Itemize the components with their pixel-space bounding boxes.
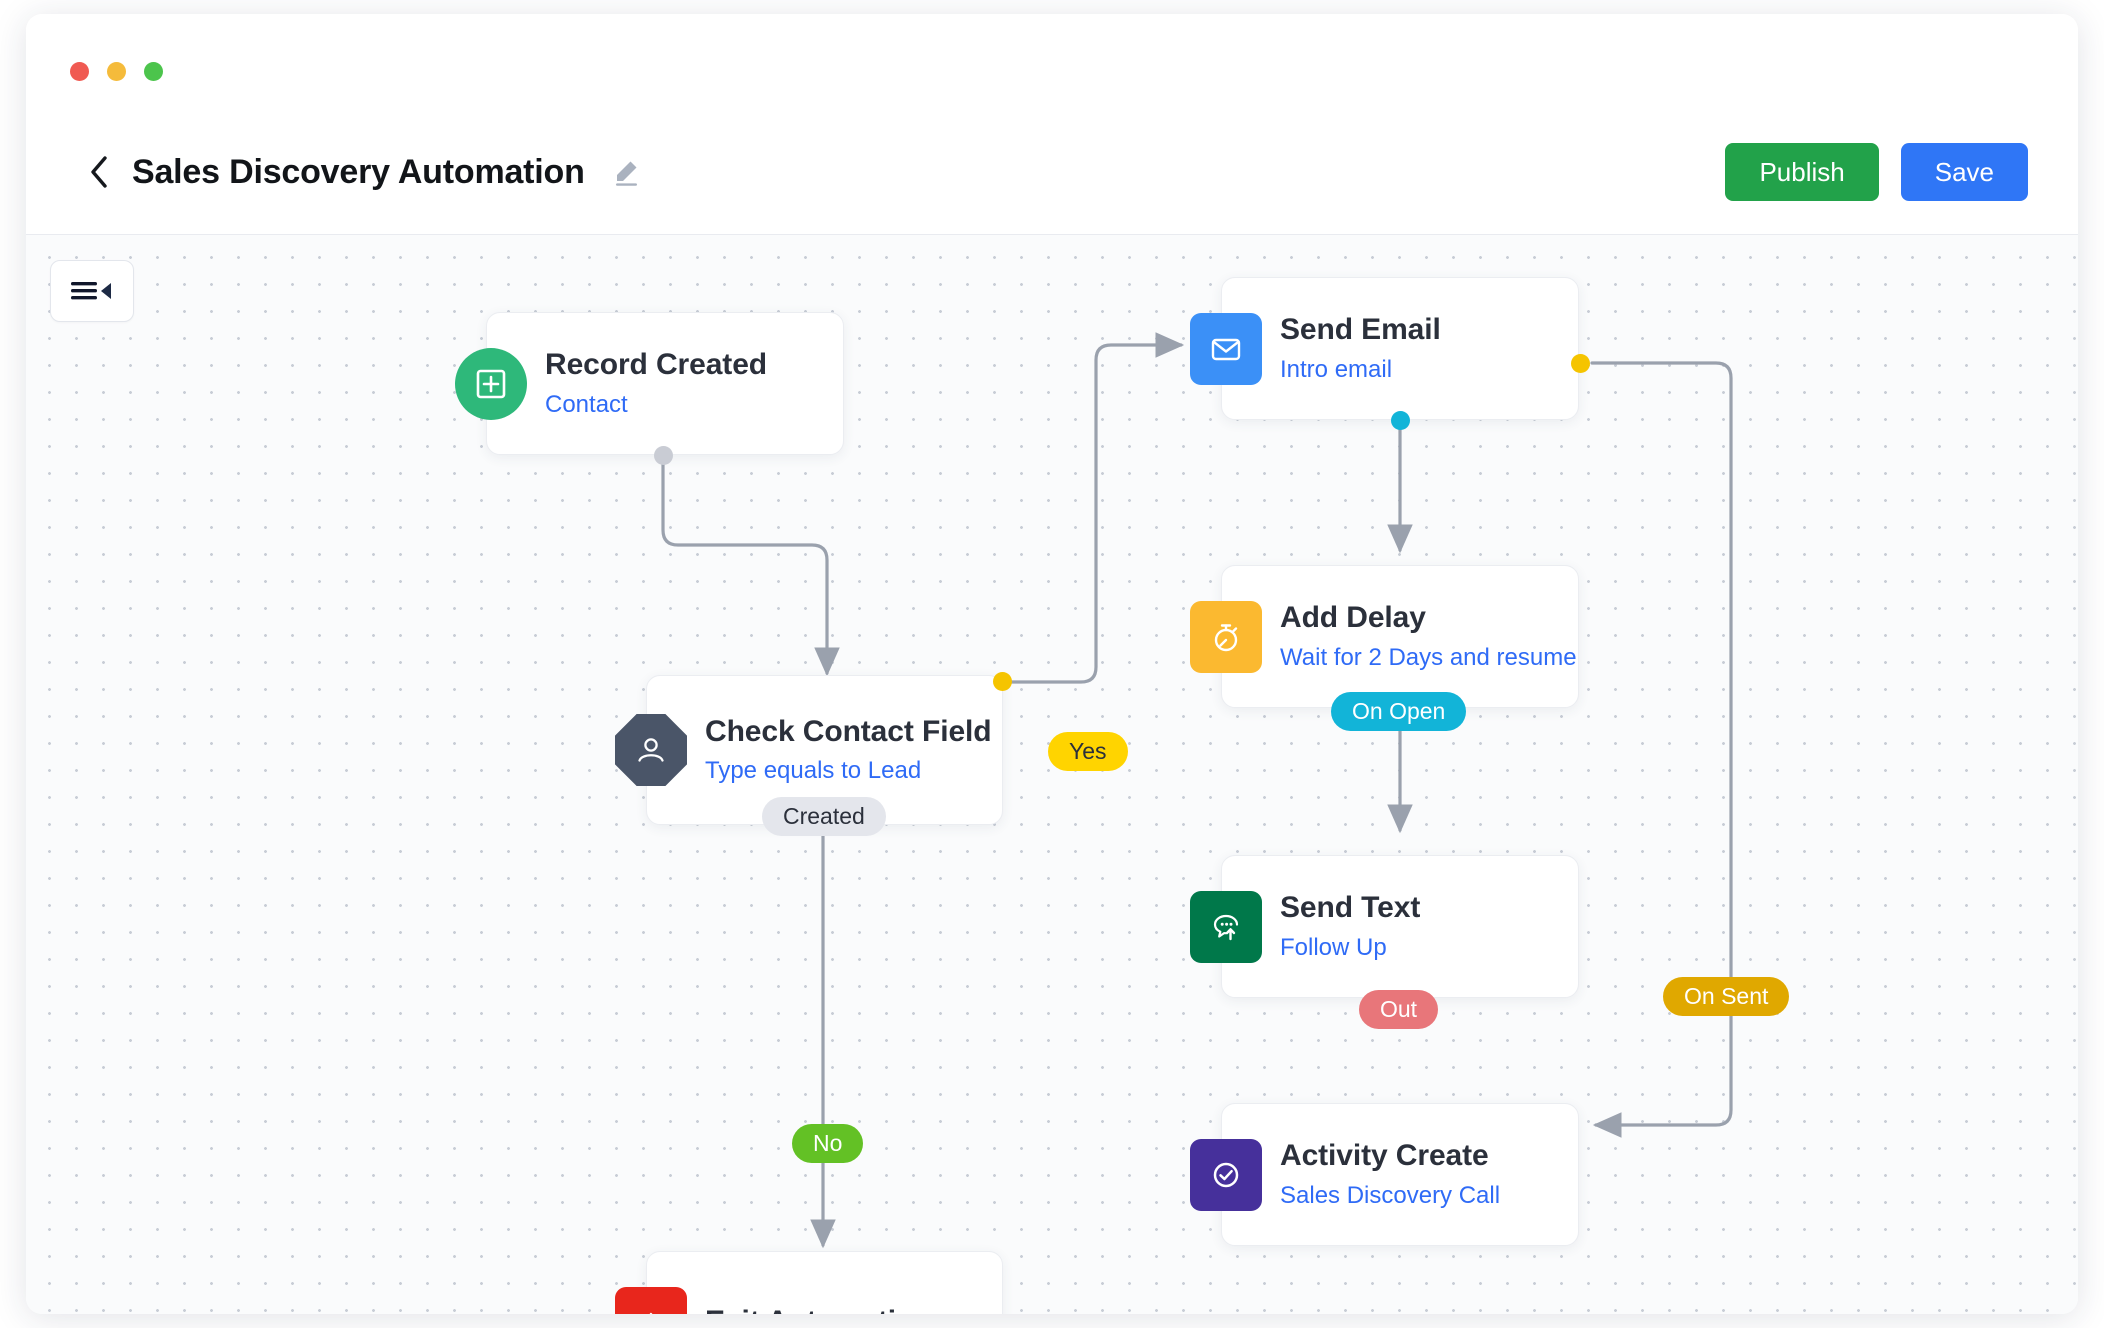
- eject-exit-icon: [615, 1286, 687, 1314]
- contact-person-icon: [615, 714, 687, 786]
- chat-send-icon: [1190, 890, 1262, 963]
- node-check-contact-field-text: Check Contact Field Type equals to Lead: [705, 714, 992, 785]
- header-actions: Publish Save: [1725, 143, 2028, 201]
- node-record-created-text: Record Created Contact: [545, 348, 767, 418]
- node-add-delay-text: Add Delay Wait for 2 Days and resume: [1280, 601, 1577, 671]
- node-add-delay[interactable]: Add Delay Wait for 2 Days and resume: [1190, 565, 1579, 708]
- traffic-lights: [70, 62, 163, 81]
- chevron-left-icon[interactable]: [88, 155, 110, 189]
- node-subtitle: Contact: [545, 390, 628, 418]
- check-circle-icon: [1190, 1138, 1262, 1211]
- close-window-button[interactable]: [70, 62, 89, 81]
- edge-label-no[interactable]: No: [792, 1124, 864, 1163]
- pencil-edit-icon[interactable]: [611, 157, 641, 187]
- node-subtitle: Wait for 2 Days and resume: [1280, 643, 1577, 671]
- edge-label-on-open[interactable]: On Open: [1331, 692, 1467, 731]
- node-exit-automation-text: Exit Automation: [705, 1305, 932, 1314]
- edge-label-out[interactable]: Out: [1359, 990, 1439, 1029]
- add-record-icon: [455, 347, 527, 420]
- app-window: Sales Discovery Automation Publish Save: [26, 14, 2078, 1314]
- connector-dot-record-created-out[interactable]: [654, 446, 673, 465]
- node-activity-create[interactable]: Activity Create Sales Discovery Call: [1190, 1103, 1579, 1246]
- edge-label-yes[interactable]: Yes: [1048, 732, 1128, 771]
- envelope-icon: [1190, 312, 1262, 385]
- node-title: Activity Create: [1280, 1139, 1489, 1173]
- zoom-window-button[interactable]: [144, 62, 163, 81]
- publish-button[interactable]: Publish: [1725, 143, 1879, 201]
- node-title: Add Delay: [1280, 601, 1426, 635]
- collapse-panel-icon[interactable]: [50, 260, 134, 322]
- edge-layer: [661, 332, 1733, 1249]
- stopwatch-icon: [1190, 600, 1262, 673]
- node-title: Send Text: [1280, 891, 1421, 925]
- connector-dot-send-email-sent[interactable]: [1571, 354, 1590, 373]
- node-send-text-text: Send Text Follow Up: [1280, 891, 1420, 961]
- node-subtitle: Intro email: [1280, 355, 1393, 383]
- save-button[interactable]: Save: [1900, 143, 2028, 201]
- connector-dot-check-contact-field-yes[interactable]: [993, 672, 1012, 691]
- minimize-window-button[interactable]: [107, 62, 126, 81]
- connector-dot-send-email-open[interactable]: [1391, 411, 1410, 430]
- app-header: Sales Discovery Automation Publish Save: [26, 110, 2078, 235]
- header-left-group: Sales Discovery Automation: [88, 153, 641, 192]
- node-send-email-text: Send Email Intro email: [1280, 313, 1441, 383]
- window-titlebar: [26, 14, 2078, 110]
- node-activity-create-text: Activity Create Sales Discovery Call: [1280, 1139, 1500, 1209]
- page-title: Sales Discovery Automation: [132, 152, 585, 191]
- node-exit-automation[interactable]: Exit Automation: [615, 1251, 1003, 1314]
- node-send-text[interactable]: Send Text Follow Up: [1190, 855, 1579, 998]
- node-subtitle: Type equals to Lead: [705, 757, 922, 785]
- node-title: Exit Automation: [705, 1305, 932, 1314]
- node-title: Record Created: [545, 348, 768, 382]
- node-send-email[interactable]: Send Email Intro email: [1190, 277, 1579, 420]
- node-title: Check Contact Field: [705, 714, 992, 748]
- node-subtitle: Follow Up: [1280, 933, 1387, 961]
- edge-label-created[interactable]: Created: [762, 797, 886, 836]
- node-title: Send Email: [1280, 313, 1441, 347]
- node-record-created[interactable]: Record Created Contact: [455, 312, 844, 455]
- workflow-canvas[interactable]: Record Created Contact Check Contact Fie…: [26, 235, 2078, 1314]
- node-subtitle: Sales Discovery Call: [1280, 1181, 1501, 1209]
- edge-label-on-sent[interactable]: On Sent: [1663, 977, 1790, 1016]
